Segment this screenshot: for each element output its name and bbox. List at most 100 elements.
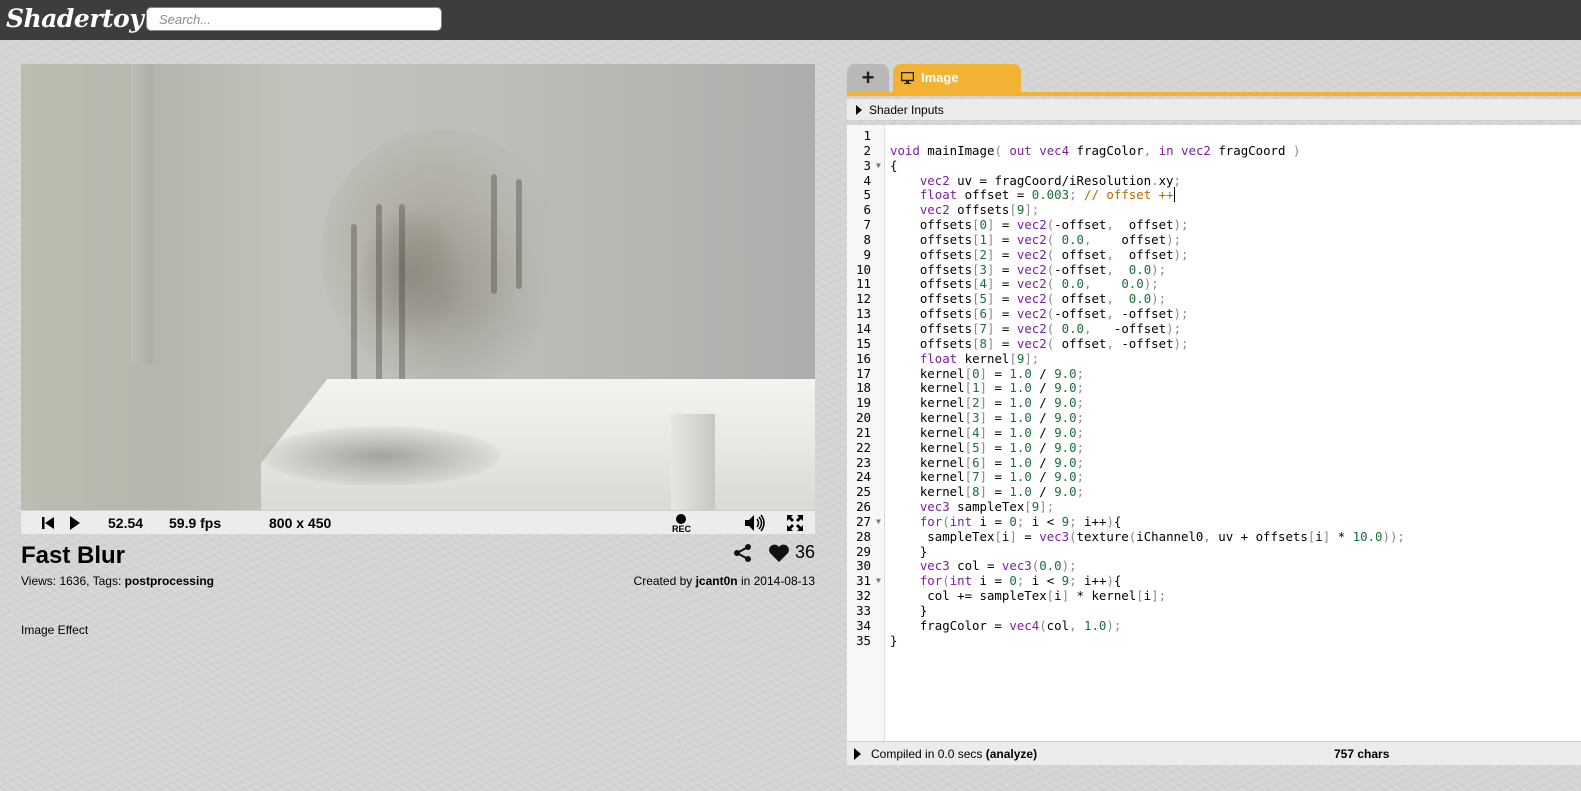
code-line[interactable]: 6 vec2 offsets[9];: [847, 202, 1581, 218]
code-text: offsets[2] = vec2( offset, offset);: [890, 246, 1189, 262]
resolution-readout: 800 x 450: [269, 515, 332, 531]
code-text: kernel[1] = 1.0 / 9.0;: [890, 380, 1085, 396]
code-text: float offset = 0.003; // offset ++: [919, 187, 1175, 203]
created-date: in 2014-08-13: [737, 574, 815, 588]
shadertoy-logo[interactable]: Shadertoy: [6, 4, 144, 33]
created-by: Created by jcant0n in 2014-08-13: [634, 574, 815, 588]
code-line[interactable]: 8 offsets[1] = vec2( 0.0, offset);: [847, 231, 1581, 248]
code-line[interactable]: 4 vec2 uv = fragCoord/iResolution.xy;: [847, 172, 1581, 189]
search-input[interactable]: [146, 7, 442, 31]
line-number: 28: [856, 528, 871, 544]
code-line[interactable]: 5 float offset = 0.003; // offset ++: [847, 187, 1581, 203]
code-text: vec2 offsets[9];: [919, 202, 1040, 218]
code-line[interactable]: 3 ▼ {: [847, 158, 1581, 174]
code-line[interactable]: 24 kernel[7] = 1.0 / 9.0;: [847, 469, 1581, 485]
code-line[interactable]: 21 kernel[4] = 1.0 / 9.0;: [847, 424, 1581, 441]
fold-arrow-icon[interactable]: ▼: [876, 574, 881, 589]
line-number: 26: [856, 499, 871, 515]
code-text: kernel[7] = 1.0 / 9.0;: [890, 469, 1085, 485]
code-line[interactable]: 10 offsets[3] = vec2(-offset, 0.0);: [847, 261, 1581, 278]
canvas-stripe: [491, 174, 497, 294]
code-line[interactable]: 9 offsets[2] = vec2( offset, offset);: [847, 246, 1581, 263]
line-number: 11: [856, 276, 871, 292]
code-line[interactable]: 7 offsets[0] = vec2(-offset, offset);: [847, 217, 1581, 233]
code-line[interactable]: 29 }: [847, 543, 1581, 560]
player-controls: 52.54 59.9 fps 800 x 450 REC: [21, 510, 815, 534]
line-number: 29: [856, 543, 871, 559]
code-line[interactable]: 32 col += sampleTex[i] * kernel[i];: [847, 588, 1581, 604]
code-line[interactable]: 33 }: [847, 603, 1581, 619]
expand-triangle-icon[interactable]: [854, 748, 861, 760]
code-line[interactable]: 26 vec3 sampleTex[9];: [847, 499, 1581, 515]
share-icon[interactable]: [733, 543, 753, 563]
code-line[interactable]: 18 kernel[1] = 1.0 / 9.0;: [847, 380, 1581, 396]
tab-image[interactable]: Image: [893, 64, 1021, 92]
code-text: }: [890, 603, 928, 618]
line-number: 27: [856, 513, 871, 529]
code-line[interactable]: 14 offsets[7] = vec2( 0.0, -offset);: [847, 320, 1581, 337]
record-button[interactable]: REC: [669, 513, 693, 535]
code-line[interactable]: 11 offsets[4] = vec2( 0.0, 0.0);: [847, 277, 1581, 292]
canvas-wall-edge: [131, 64, 153, 364]
code-line[interactable]: 16 float kernel[9];: [847, 350, 1581, 367]
code-line[interactable]: 19 kernel[2] = 1.0 / 9.0;: [847, 395, 1581, 411]
code-text: for(int i = 0; i < 9; i++){: [919, 513, 1122, 529]
analyze-link[interactable]: (analyze): [986, 747, 1037, 761]
code-lines[interactable]: 1 2 void mainImage( out vec4 fragColor, in…: [847, 128, 1581, 649]
line-number: 16: [856, 350, 871, 366]
line-number: 10: [856, 261, 871, 277]
code-line[interactable]: 15 offsets[8] = vec2( offset, -offset);: [847, 335, 1581, 352]
add-tab-button[interactable]: +: [847, 64, 889, 92]
code-line[interactable]: 34 fragColor = vec4(col, 1.0);: [847, 617, 1581, 634]
line-number: 4: [863, 172, 871, 188]
code-line[interactable]: 28 sampleTex[i] = vec3(texture(iChannel0…: [847, 528, 1581, 545]
canvas-table-edge: [671, 414, 715, 510]
fold-arrow-icon[interactable]: ▼: [876, 159, 881, 174]
code-line[interactable]: 22 kernel[5] = 1.0 / 9.0;: [847, 439, 1581, 456]
shader-canvas[interactable]: [21, 64, 815, 510]
code-text: kernel[0] = 1.0 / 9.0;: [890, 365, 1085, 381]
code-line[interactable]: 20 kernel[3] = 1.0 / 9.0;: [847, 410, 1581, 426]
code-line[interactable]: 2 void mainImage( out vec4 fragColor, in …: [847, 143, 1581, 159]
compile-status: Compiled in 0.0 secs (analyze): [871, 742, 1037, 766]
code-line[interactable]: 25 kernel[8] = 1.0 / 9.0;: [847, 484, 1581, 500]
code-line[interactable]: 35}: [847, 633, 1581, 649]
rewind-icon[interactable]: [41, 516, 55, 530]
char-count: 757 chars: [1334, 747, 1390, 761]
line-number: 33: [856, 603, 871, 618]
code-line[interactable]: 30 vec3 col = vec3(0.0);: [847, 559, 1581, 574]
code-text: offsets[7] = vec2( 0.0, -offset);: [890, 320, 1182, 336]
line-number: 17: [856, 365, 871, 381]
code-text: kernel[4] = 1.0 / 9.0;: [890, 424, 1085, 440]
play-icon[interactable]: [69, 516, 81, 530]
code-line[interactable]: 31 ▼ for(int i = 0; i < 9; i++){: [847, 573, 1581, 589]
tab-image-label: Image: [921, 70, 959, 85]
code-text: sampleTex[i] = vec3(texture(iChannel0, u…: [890, 528, 1405, 544]
code-text: offsets[6] = vec2(-offset, -offset);: [890, 306, 1189, 322]
shader-meta: Views: 1636, Tags: postprocessing: [21, 574, 214, 588]
fps-readout: 59.9 fps: [169, 515, 222, 531]
code-line[interactable]: 27 ▼ for(int i = 0; i < 9; i++){: [847, 513, 1581, 530]
code-editor[interactable]: 1 2 void mainImage( out vec4 fragColor, in…: [847, 125, 1581, 741]
author-link[interactable]: jcant0n: [696, 574, 738, 588]
shader-title: Fast Blur: [21, 542, 126, 569]
code-line[interactable]: 23 kernel[6] = 1.0 / 9.0;: [847, 455, 1581, 471]
code-text: offsets[1] = vec2( 0.0, offset);: [890, 231, 1182, 247]
line-number: 30: [856, 558, 871, 574]
code-line[interactable]: 1: [847, 128, 1581, 144]
fold-arrow-icon[interactable]: ▼: [876, 515, 881, 530]
code-line[interactable]: 12 offsets[5] = vec2( offset, 0.0);: [847, 291, 1581, 307]
line-number: 15: [856, 335, 871, 351]
tag-link[interactable]: postprocessing: [125, 574, 214, 588]
code-text: fragColor = vec4(col, 1.0);: [890, 617, 1122, 633]
code-line[interactable]: 13 offsets[6] = vec2(-offset, -offset);: [847, 306, 1581, 322]
fullscreen-icon[interactable]: [787, 515, 803, 531]
heart-icon[interactable]: [768, 543, 790, 563]
line-number: 22: [856, 439, 871, 455]
volume-icon[interactable]: [744, 514, 766, 532]
code-text: offsets[5] = vec2( offset, 0.0);: [890, 291, 1167, 307]
code-text: offsets[8] = vec2( offset, -offset);: [890, 335, 1189, 351]
shader-inputs-toggle[interactable]: Shader Inputs: [847, 99, 1581, 121]
code-line[interactable]: 17 kernel[0] = 1.0 / 9.0;: [847, 365, 1581, 382]
canvas-stripe: [351, 224, 357, 404]
